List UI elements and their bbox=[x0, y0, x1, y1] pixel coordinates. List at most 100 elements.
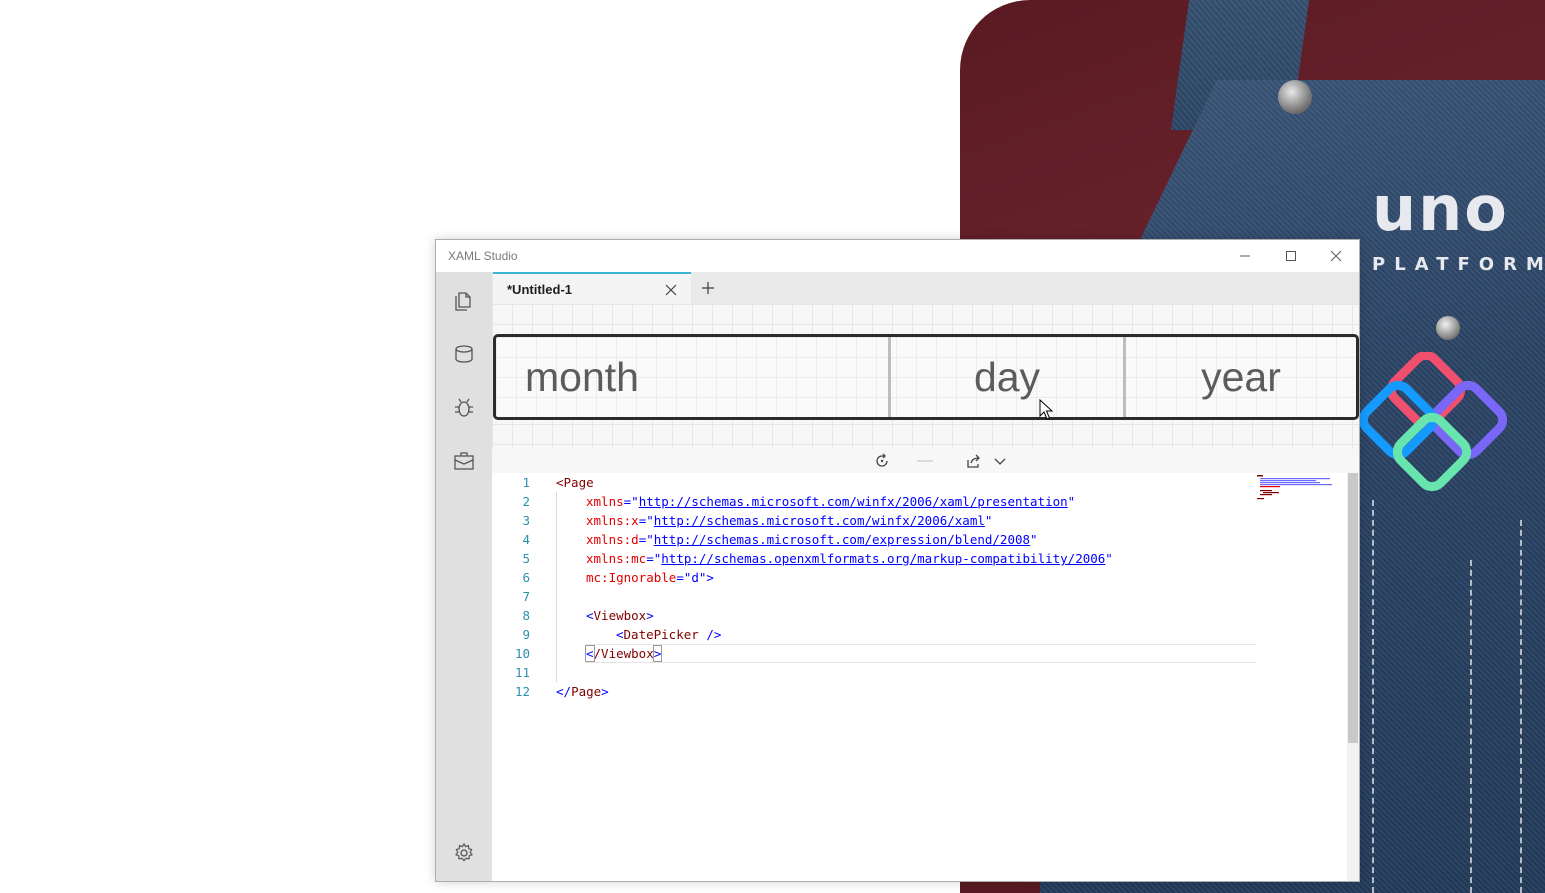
sidebar-item-documents[interactable] bbox=[436, 278, 492, 322]
sidebar bbox=[436, 272, 492, 881]
maximize-button[interactable] bbox=[1268, 240, 1314, 272]
code-token: </ bbox=[556, 684, 572, 699]
wallpaper-brand-sub: PLATFORM bbox=[1372, 254, 1545, 275]
vertical-scrollbar[interactable] bbox=[1347, 473, 1359, 881]
code-token: ="d"> bbox=[676, 570, 714, 585]
xaml-studio-window: XAML Studio *Untitled-1 month day year 1… bbox=[435, 239, 1360, 882]
code-token: " bbox=[984, 513, 993, 528]
bug-icon bbox=[455, 398, 473, 417]
tab-strip: *Untitled-1 bbox=[492, 272, 1359, 304]
tab-label: *Untitled-1 bbox=[507, 282, 572, 297]
line-number: 5 bbox=[522, 551, 530, 566]
toolbox-icon bbox=[454, 452, 474, 470]
code-token: Page bbox=[563, 475, 594, 490]
line-number: 9 bbox=[522, 627, 530, 642]
code-token: xmlns:d bbox=[586, 532, 639, 547]
datepicker-day[interactable]: day bbox=[891, 337, 1123, 417]
minimize-button[interactable] bbox=[1222, 240, 1268, 272]
code-line: xmlns:d="http://schemas.microsoft.com/ex… bbox=[586, 530, 1038, 549]
code-token: " bbox=[1105, 551, 1113, 566]
datepicker-month[interactable]: month bbox=[525, 337, 885, 417]
refresh-button[interactable] bbox=[871, 451, 893, 471]
line-number: 8 bbox=[522, 608, 530, 623]
wallpaper-rivet bbox=[1436, 316, 1460, 340]
splitter-grip[interactable] bbox=[917, 460, 933, 462]
code-line: xmlns="http://schemas.microsoft.com/winf… bbox=[586, 492, 1075, 511]
code-token: =" bbox=[638, 532, 654, 547]
settings-button[interactable] bbox=[436, 831, 492, 875]
sidebar-item-debug[interactable] bbox=[436, 386, 492, 430]
code-token: > bbox=[652, 645, 663, 662]
wallpaper-brand: uno bbox=[1372, 172, 1509, 245]
code-link[interactable]: http://schemas.openxmlformats.org/markup… bbox=[661, 551, 1105, 566]
code-line: mc:Ignorable="d"> bbox=[586, 568, 714, 587]
gear-icon bbox=[455, 842, 473, 862]
code-editor[interactable]: 1 2 3 4 5 6 7 8 9 10 11 12 <Page xmlns="… bbox=[492, 473, 1359, 881]
tab-untitled-1[interactable]: *Untitled-1 bbox=[493, 272, 691, 304]
line-number: 6 bbox=[522, 570, 530, 585]
code-token: Page bbox=[571, 684, 602, 699]
line-number: 12 bbox=[514, 684, 530, 699]
splitter-toolbar bbox=[492, 449, 1359, 473]
code-token: Viewbox bbox=[593, 608, 647, 623]
code-line: xmlns:x="http://schemas.microsoft.com/wi… bbox=[586, 511, 992, 530]
close-window-button[interactable] bbox=[1313, 240, 1359, 272]
code-line: xmlns:mc="http://schemas.openxmlformats.… bbox=[586, 549, 1113, 568]
app-title: XAML Studio bbox=[448, 249, 518, 263]
line-number-gutter: 1 2 3 4 5 6 7 8 9 10 11 12 bbox=[492, 473, 532, 881]
new-tab-button[interactable] bbox=[697, 277, 719, 299]
month-placeholder: month bbox=[525, 353, 639, 400]
share-icon bbox=[967, 454, 980, 468]
code-token: > bbox=[601, 684, 609, 699]
chevron-down-icon bbox=[994, 458, 1006, 465]
datepicker[interactable]: month day year bbox=[493, 334, 1359, 420]
maximize-icon bbox=[1286, 251, 1296, 261]
scrollbar-thumb[interactable] bbox=[1348, 473, 1358, 743]
year-placeholder: year bbox=[1201, 353, 1281, 400]
code-line: </Page> bbox=[556, 682, 609, 701]
code-line: <DatePicker /> bbox=[616, 625, 721, 644]
code-minimap[interactable] bbox=[1257, 475, 1337, 505]
code-token: =" bbox=[623, 494, 639, 509]
datepicker-year[interactable]: year bbox=[1126, 337, 1356, 417]
code-token: xmlns:mc bbox=[586, 551, 647, 566]
code-token: < bbox=[585, 645, 595, 662]
code-token: DatePicker bbox=[623, 627, 699, 642]
close-tab-button[interactable] bbox=[661, 280, 681, 300]
code-token: < bbox=[556, 475, 564, 490]
code-token: < bbox=[586, 608, 594, 623]
sidebar-item-data[interactable] bbox=[436, 332, 492, 376]
wallpaper-stitch bbox=[1372, 500, 1374, 893]
refresh-icon bbox=[876, 453, 888, 467]
close-icon bbox=[1330, 250, 1342, 262]
code-line: <Viewbox> bbox=[586, 606, 654, 625]
wallpaper-stitch bbox=[1520, 520, 1522, 893]
code-token: =" bbox=[646, 551, 662, 566]
indent-guide bbox=[556, 492, 557, 682]
preview-canvas: month day year bbox=[492, 304, 1359, 449]
line-number: 11 bbox=[514, 665, 530, 680]
code-token: < bbox=[616, 627, 624, 642]
code-token: mc:Ignorable bbox=[586, 570, 677, 585]
uno-logo-icon bbox=[1360, 352, 1508, 492]
title-bar: XAML Studio bbox=[436, 240, 1359, 272]
share-dropdown-button[interactable] bbox=[989, 451, 1011, 471]
code-link[interactable]: http://schemas.microsoft.com/expression/… bbox=[654, 532, 1030, 547]
current-line-highlight bbox=[586, 644, 1256, 663]
minimize-icon bbox=[1240, 255, 1250, 257]
line-number: 7 bbox=[522, 589, 530, 604]
wallpaper-stitch bbox=[1470, 560, 1472, 893]
share-button[interactable] bbox=[963, 451, 985, 471]
code-token: =" bbox=[638, 513, 654, 528]
database-icon bbox=[455, 345, 473, 363]
code-token: xmlns bbox=[586, 494, 624, 509]
code-link[interactable]: http://schemas.microsoft.com/winfx/2006/… bbox=[654, 513, 985, 528]
code-link[interactable]: http://schemas.microsoft.com/winfx/2006/… bbox=[639, 494, 1068, 509]
line-number: 1 bbox=[522, 475, 530, 490]
sidebar-item-toolbox[interactable] bbox=[436, 439, 492, 483]
plus-icon bbox=[702, 282, 714, 294]
code-token: /> bbox=[698, 627, 722, 642]
code-line: </Viewbox> bbox=[585, 644, 663, 663]
line-number: 3 bbox=[522, 513, 530, 528]
wallpaper-buckle bbox=[1278, 80, 1312, 114]
